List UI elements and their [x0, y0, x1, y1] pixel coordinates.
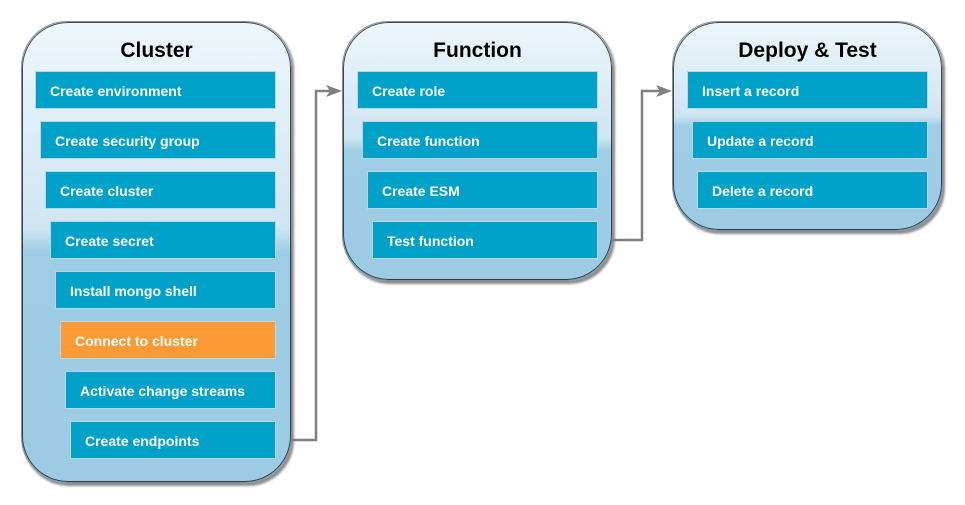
connector-function-to-deploy	[612, 85, 672, 242]
connector-cluster-to-function	[291, 85, 342, 442]
connectors	[291, 85, 672, 442]
